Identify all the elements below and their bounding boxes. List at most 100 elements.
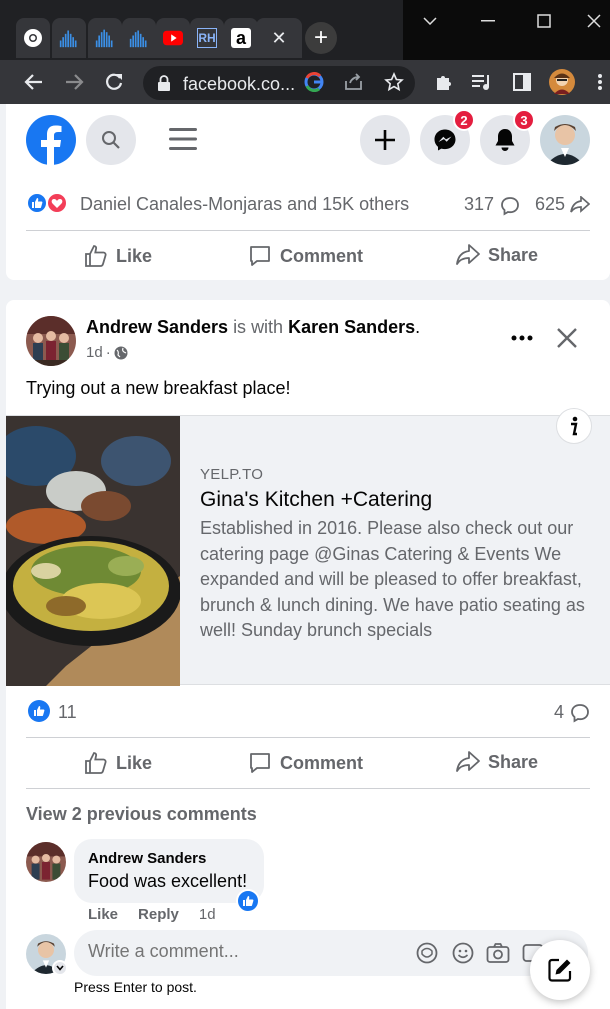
new-tab-button[interactable]: + — [305, 22, 337, 54]
comment-reply-link[interactable]: Reply — [138, 906, 179, 923]
divider — [26, 230, 590, 231]
share-page-button[interactable] — [340, 68, 368, 96]
profile-avatar[interactable] — [540, 115, 590, 165]
post-time[interactable]: 1d — [86, 344, 103, 361]
love-reaction-icon — [46, 192, 68, 214]
post-options-button[interactable] — [510, 326, 534, 350]
chrome-menu-button[interactable] — [586, 68, 610, 96]
facebook-logo[interactable] — [26, 115, 76, 165]
arrow-right-icon — [66, 74, 84, 90]
minimize-icon — [481, 20, 495, 22]
link-preview-image[interactable] — [6, 416, 180, 686]
close-icon — [587, 14, 601, 28]
emoji-icon[interactable] — [452, 942, 474, 964]
link-description: Established in 2016. Please also check o… — [200, 518, 585, 640]
url-text[interactable]: facebook.co... — [183, 74, 295, 95]
notifications-badge: 3 — [513, 109, 535, 131]
tab-youtube[interactable] — [156, 18, 190, 58]
tab-audio-3[interactable] — [122, 18, 156, 58]
link-title[interactable]: Gina's Kitchen +Catering — [200, 488, 432, 512]
reload-button[interactable] — [100, 68, 128, 96]
camera-icon[interactable] — [486, 942, 510, 964]
share-arrow-icon — [570, 196, 590, 213]
compose-message-button[interactable] — [530, 940, 590, 1000]
share-icon — [345, 73, 362, 90]
messenger-button[interactable]: 2 — [420, 109, 475, 165]
audio-wave-icon — [95, 28, 115, 48]
search-button[interactable] — [86, 115, 136, 165]
browser-tab-strip: RH a ✕ + — [0, 0, 610, 60]
music-queue-icon — [472, 75, 489, 90]
close-tab-icon[interactable]: ✕ — [269, 28, 289, 48]
likes-count[interactable]: 11 — [58, 702, 77, 723]
comment-button[interactable]: Comment — [248, 244, 363, 268]
bookmark-button[interactable] — [380, 68, 408, 96]
hide-post-button[interactable] — [556, 327, 580, 351]
tab-audio-2[interactable] — [88, 18, 122, 58]
address-bar[interactable]: facebook.co... — [143, 66, 415, 100]
post-like-button[interactable]: Like — [84, 751, 152, 775]
tab-chrome[interactable] — [16, 18, 50, 58]
period-text: . — [415, 317, 421, 337]
back-button[interactable] — [20, 68, 48, 96]
notifications-button[interactable]: 3 — [480, 109, 535, 165]
comment-like-link[interactable]: Like — [88, 906, 118, 923]
reactions-summary[interactable]: Daniel Canales-Monjaras and 15K others — [80, 194, 409, 215]
maximize-button[interactable] — [524, 6, 564, 36]
share-label: Share — [488, 244, 539, 265]
chevron-down-icon — [56, 965, 64, 971]
view-previous-comments[interactable]: View 2 previous comments — [26, 804, 257, 825]
link-info-button[interactable] — [556, 408, 592, 444]
comment-label: Comment — [280, 245, 364, 266]
post-author-name[interactable]: Andrew Sanders — [86, 317, 228, 337]
tagged-name[interactable]: Karen Sanders — [288, 317, 415, 337]
minimize-button[interactable] — [468, 6, 508, 36]
like-reaction-icon — [28, 700, 50, 722]
forward-button[interactable] — [60, 68, 88, 96]
tab-audio-1[interactable] — [52, 18, 86, 58]
share-icon — [456, 244, 480, 265]
comment-time[interactable]: 1d — [199, 906, 216, 923]
thumbs-up-icon — [85, 245, 107, 267]
audio-wave-icon — [59, 28, 79, 48]
post-comment-button[interactable]: Comment — [248, 751, 363, 775]
comment-input[interactable] — [88, 941, 388, 962]
tab-facebook-active[interactable]: ✕ — [256, 18, 302, 58]
like-button[interactable]: Like — [84, 244, 152, 268]
comment-icon — [250, 753, 270, 773]
facebook-header: 2 3 — [6, 104, 610, 176]
post-comments-count[interactable]: 4 — [554, 702, 564, 723]
media-control-button[interactable] — [468, 68, 496, 96]
comments-count[interactable]: 317 — [464, 194, 494, 215]
side-panel-icon — [513, 73, 531, 91]
tab-search-button[interactable] — [410, 6, 450, 36]
comment-author-name[interactable]: Andrew Sanders — [88, 850, 206, 867]
avatar-sticker-icon[interactable] — [416, 942, 438, 964]
puzzle-icon — [437, 76, 451, 90]
comment-input-box[interactable] — [74, 930, 588, 976]
share-button[interactable]: Share — [456, 244, 538, 266]
food-photo-icon — [6, 416, 180, 686]
comment-author-avatar[interactable] — [26, 842, 66, 882]
profile-switch-button[interactable] — [52, 960, 68, 976]
facebook-logo-icon — [26, 115, 76, 165]
reactions-icons[interactable] — [26, 192, 78, 216]
comment-like-reaction-icon[interactable] — [236, 889, 260, 913]
previous-post-footer: Daniel Canales-Monjaras and 15K others 3… — [6, 176, 610, 280]
link-preview[interactable]: YELP.TO Gina's Kitchen +Catering Establi… — [6, 408, 610, 686]
comment-bubble-icon — [501, 197, 519, 216]
tab-amazon[interactable]: a — [224, 18, 258, 58]
extensions-button[interactable] — [430, 68, 458, 96]
post-author-avatar[interactable] — [26, 316, 76, 366]
close-window-button[interactable] — [574, 6, 610, 36]
menu-button[interactable] — [168, 124, 198, 154]
shares-count[interactable]: 625 — [535, 194, 565, 215]
profile-button[interactable] — [548, 68, 576, 96]
create-button[interactable] — [360, 115, 410, 165]
tab-rh[interactable]: RH — [190, 18, 224, 58]
google-lens-button[interactable] — [300, 68, 328, 96]
reload-icon — [106, 73, 123, 90]
side-panel-button[interactable] — [508, 68, 536, 96]
user-avatar-icon — [540, 115, 590, 165]
post-share-button[interactable]: Share — [456, 751, 538, 773]
